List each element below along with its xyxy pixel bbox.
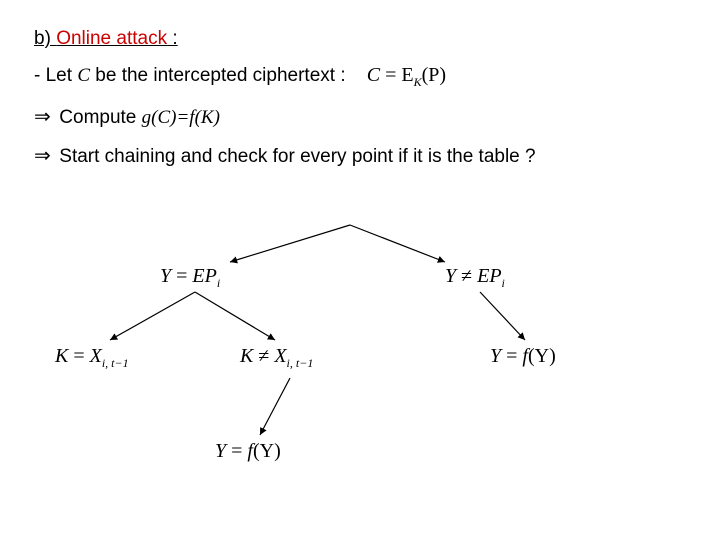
start-text: Start chaining and check for every point… (54, 146, 536, 167)
node-y-eq-fy-right: Y = f(Y) (490, 345, 556, 368)
heading-suffix: : (167, 28, 178, 49)
let-before: - Let (34, 65, 77, 86)
compute-expr: g(C)=f(K) (142, 107, 220, 128)
eq-top-sub: K (414, 75, 422, 89)
slide-content: b) Online attack : - Let C be the interc… (0, 0, 720, 168)
heading-line: b) Online attack : (34, 28, 686, 50)
node-y-eq-fy-bottom: Y = f(Y) (215, 440, 281, 463)
diagram-arrows (50, 220, 670, 520)
eq-top: C = EK(P) (367, 64, 446, 86)
eq-top-lhs: C (367, 64, 380, 86)
let-line: - Let C be the intercepted ciphertext : … (34, 64, 686, 90)
let-after: be the intercepted ciphertext : (90, 65, 346, 86)
node-k-neq-x: K ≠ Xi, t−1 (240, 345, 313, 371)
double-arrow-icon: ⇒ (34, 143, 54, 168)
heading-prefix: b) (34, 28, 56, 49)
start-line: ⇒ Start chaining and check for every poi… (34, 143, 686, 168)
node-y-neq-ep: Y ≠ EPi (445, 265, 505, 291)
node-y-eq-ep: Y = EPi (160, 265, 220, 291)
node-k-eq-x: K = Xi, t−1 (55, 345, 129, 371)
compute-line: ⇒ Compute g(C)=f(K) (34, 104, 686, 129)
eq-top-rhs: (P) (422, 64, 446, 86)
heading-highlight: Online attack (56, 28, 167, 49)
let-var: C (77, 65, 90, 86)
double-arrow-icon: ⇒ (34, 104, 54, 129)
compute-before: Compute (54, 107, 142, 128)
flow-diagram: Y = EPi Y ≠ EPi K = Xi, t−1 K ≠ Xi, t−1 … (50, 220, 670, 520)
eq-top-mid: = E (380, 64, 414, 86)
